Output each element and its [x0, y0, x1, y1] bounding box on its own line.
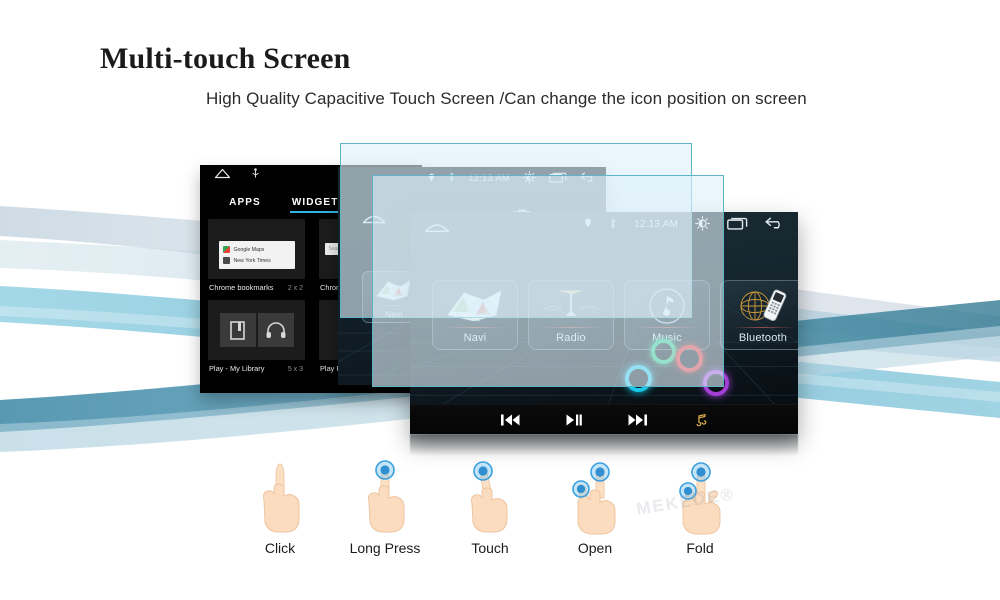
widget-name: Play - My Library	[209, 364, 265, 373]
hand-long-press-icon	[355, 458, 415, 536]
bookmark-label: New York Times	[233, 257, 271, 264]
bookmark-label: Google Maps	[233, 246, 265, 253]
widget-size: 2 x 2	[287, 285, 303, 292]
gesture-click: Click	[230, 458, 330, 568]
page-title: Multi-touch Screen	[100, 42, 351, 75]
home-icon[interactable]	[214, 166, 231, 184]
screen-reflection	[410, 434, 798, 456]
usb-icon	[251, 166, 260, 184]
widget-item-chrome-bookmarks[interactable]: Google Maps New York Times Chrome bookma…	[200, 219, 311, 300]
bookmark-row: Google Maps	[222, 244, 291, 255]
media-control-bar[interactable]	[410, 404, 798, 434]
gesture-long-press: Long Press	[335, 458, 435, 568]
widget-name: Chrome bookmarks	[209, 283, 274, 292]
widget-preview: Google Maps New York Times	[208, 219, 305, 279]
hand-click-icon	[250, 458, 310, 536]
gesture-label: Fold	[686, 540, 714, 556]
bookmark-row: New York Times	[222, 255, 291, 266]
tab-apps[interactable]: APPS	[208, 197, 282, 213]
previous-track-button[interactable]	[501, 414, 520, 426]
chrome-bookmarks-card: Google Maps New York Times	[218, 241, 295, 269]
maps-icon	[222, 246, 230, 253]
gesture-label: Touch	[471, 540, 509, 556]
widget-size: 5 x 3	[287, 366, 303, 373]
book-icon	[219, 313, 256, 347]
hand-open-icon	[562, 458, 628, 536]
headphones-icon	[257, 313, 294, 347]
page-subtitle: High Quality Capacitive Touch Screen /Ca…	[206, 89, 807, 108]
hand-fold-icon	[667, 458, 733, 536]
widget-item-play-my-library[interactable]: Play - My Library 5 x 3	[200, 300, 311, 381]
gesture-touch: Touch	[440, 458, 540, 568]
music-library-button[interactable]	[693, 413, 707, 427]
widget-meta: Chrome bookmarks 2 x 2	[208, 279, 305, 298]
widget-preview	[208, 300, 305, 360]
back-icon[interactable]	[765, 217, 784, 231]
library-preview	[219, 313, 294, 347]
next-track-button[interactable]	[628, 414, 647, 426]
gesture-label: Long Press	[349, 540, 421, 556]
gesture-fold: Fold	[650, 458, 750, 568]
glass-panel-front[interactable]	[372, 175, 724, 387]
hand-touch-icon	[460, 458, 520, 536]
gesture-label: Click	[264, 540, 296, 556]
gesture-legend: Click Long Press Touch Open Fold	[230, 458, 750, 568]
gesture-label: Open	[577, 540, 613, 556]
play-pause-button[interactable]	[566, 414, 582, 426]
news-icon	[222, 257, 230, 264]
widget-meta: Play - My Library 5 x 3	[208, 360, 305, 379]
gesture-open: Open	[545, 458, 645, 568]
recents-icon[interactable]	[727, 217, 748, 232]
